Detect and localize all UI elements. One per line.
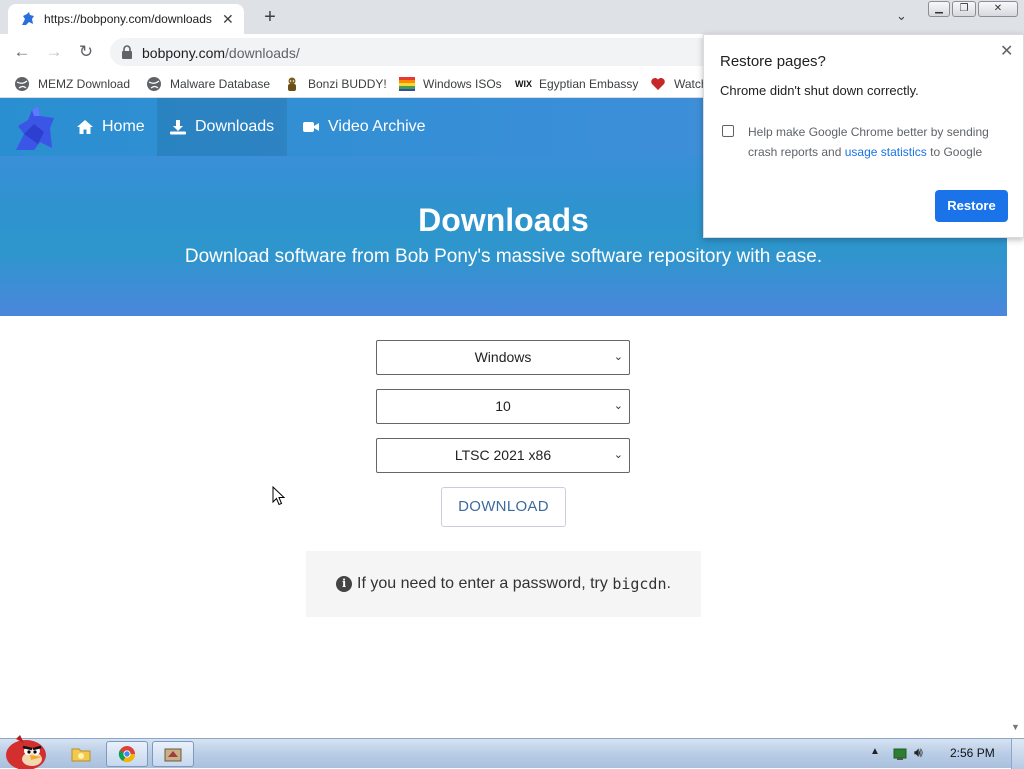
bookmark-label: Bonzi BUDDY! xyxy=(308,77,387,91)
download-icon xyxy=(170,120,186,135)
globe-icon xyxy=(147,77,161,91)
network-icon[interactable] xyxy=(893,747,907,761)
wix-icon: WIX xyxy=(515,79,532,89)
page-subtitle: Download software from Bob Pony's massiv… xyxy=(184,246,823,267)
angry-bird-start-icon[interactable] xyxy=(2,731,50,769)
minimize-button[interactable]: ▁ xyxy=(928,1,950,17)
password-note: i If you need to enter a password, try b… xyxy=(306,551,701,617)
bookmark-label: Egyptian Embassy xyxy=(539,77,639,91)
lock-icon xyxy=(122,45,132,59)
chrome-icon xyxy=(118,746,136,763)
usage-statistics-link[interactable]: usage statistics xyxy=(845,145,927,159)
bookmark-memz[interactable]: MEMZ Download xyxy=(14,75,130,93)
version-select[interactable]: 10 ⌄ xyxy=(376,389,630,424)
tab-close-icon[interactable]: ✕ xyxy=(222,11,234,28)
bookmark-watch[interactable]: Watch xyxy=(650,75,708,93)
bob-pony-logo-icon[interactable] xyxy=(10,104,62,154)
windows-flag-icon xyxy=(399,77,415,91)
address-bar[interactable]: bobpony.com/downloads/ xyxy=(110,38,730,66)
nav-video-archive[interactable]: Video Archive xyxy=(290,98,438,156)
close-window-button[interactable]: ✕ xyxy=(978,1,1018,17)
dialog-close-icon[interactable]: ✕ xyxy=(1000,41,1013,61)
bonzi-icon xyxy=(288,77,296,91)
version-select-value: 10 xyxy=(495,398,511,414)
note-password-code: bigcdn xyxy=(612,575,667,593)
nav-home-label: Home xyxy=(102,118,145,135)
app-window-icon xyxy=(164,748,182,762)
taskbar: ▲ 🔊︎ 2:56 PM xyxy=(0,735,1024,769)
dialog-title: Restore pages? xyxy=(720,53,826,70)
tab-title: https://bobpony.com/downloads xyxy=(44,12,212,26)
globe-icon xyxy=(15,77,29,91)
url-host: bobpony.com xyxy=(142,45,226,61)
restore-pages-dialog: Restore pages? ✕ Chrome didn't shut down… xyxy=(703,34,1024,238)
show-hidden-icons-arrow-icon[interactable]: ▲ xyxy=(870,746,880,757)
edition-select-value: LTSC 2021 x86 xyxy=(454,447,552,463)
info-icon: i xyxy=(336,576,353,592)
heart-icon xyxy=(651,78,665,90)
folder-icon xyxy=(71,748,91,762)
note-period: . xyxy=(666,575,671,592)
new-tab-button[interactable]: + xyxy=(258,6,282,30)
crash-report-checkbox[interactable] xyxy=(722,125,734,137)
os-select-value: Windows xyxy=(474,349,532,365)
url-text: bobpony.com/downloads/ xyxy=(142,45,300,61)
browser-tab[interactable]: https://bobpony.com/downloads ✕ xyxy=(8,4,244,34)
restore-button[interactable]: Restore xyxy=(935,190,1008,222)
chevron-down-icon: ⌄ xyxy=(613,351,623,363)
bookmark-egyptian-embassy[interactable]: WIX Egyptian Embassy xyxy=(515,75,638,93)
show-desktop-button[interactable] xyxy=(1011,739,1024,769)
mouse-cursor-icon xyxy=(272,486,286,506)
nav-downloads-label: Downloads xyxy=(195,118,275,135)
bookmark-malware-database[interactable]: Malware Database xyxy=(146,75,270,93)
dialog-message: Chrome didn't shut down correctly. xyxy=(720,83,919,98)
home-icon xyxy=(77,120,93,134)
back-arrow-icon[interactable]: ← xyxy=(10,40,34,64)
tab-strip: https://bobpony.com/downloads ✕ + ⌄ ▁ ❐ … xyxy=(0,0,1024,34)
reload-icon[interactable]: ↻ xyxy=(74,40,98,64)
video-icon xyxy=(303,122,319,132)
note-text: If you need to enter a password, try xyxy=(357,575,608,592)
bookmark-label: Malware Database xyxy=(170,77,271,91)
chevron-down-icon: ⌄ xyxy=(613,400,623,412)
download-button[interactable]: DOWNLOAD xyxy=(441,487,566,527)
bookmark-bonzi-buddy[interactable]: Bonzi BUDDY! xyxy=(284,75,387,93)
crash-report-label: Help make Google Chrome better by sendin… xyxy=(748,122,1008,162)
pony-favicon-icon xyxy=(22,12,34,25)
forward-arrow-icon[interactable]: → xyxy=(42,40,66,64)
taskbar-explorer[interactable] xyxy=(60,741,102,767)
crash-report-tail: to Google xyxy=(930,145,983,159)
volume-icon[interactable]: 🔊︎ xyxy=(914,744,923,761)
taskbar-clock[interactable]: 2:56 PM xyxy=(950,746,995,760)
bookmark-label: Windows ISOs xyxy=(423,77,502,91)
taskbar-app[interactable] xyxy=(152,741,194,767)
bookmark-windows-isos[interactable]: Windows ISOs xyxy=(399,75,502,93)
chevron-down-icon: ⌄ xyxy=(613,449,623,461)
scroll-down-arrow-icon[interactable]: ▼ xyxy=(1011,722,1020,732)
tab-search-chevron-icon[interactable]: ⌄ xyxy=(896,8,907,24)
nav-home[interactable]: Home xyxy=(64,98,157,156)
maximize-button[interactable]: ❐ xyxy=(952,1,976,17)
nav-video-archive-label: Video Archive xyxy=(328,118,426,135)
edition-select[interactable]: LTSC 2021 x86 ⌄ xyxy=(376,438,630,473)
nav-downloads[interactable]: Downloads xyxy=(157,98,287,156)
bookmark-label: MEMZ Download xyxy=(38,77,131,91)
url-path: /downloads/ xyxy=(225,45,300,61)
taskbar-chrome[interactable] xyxy=(106,741,148,767)
os-select[interactable]: Windows ⌄ xyxy=(376,340,630,375)
